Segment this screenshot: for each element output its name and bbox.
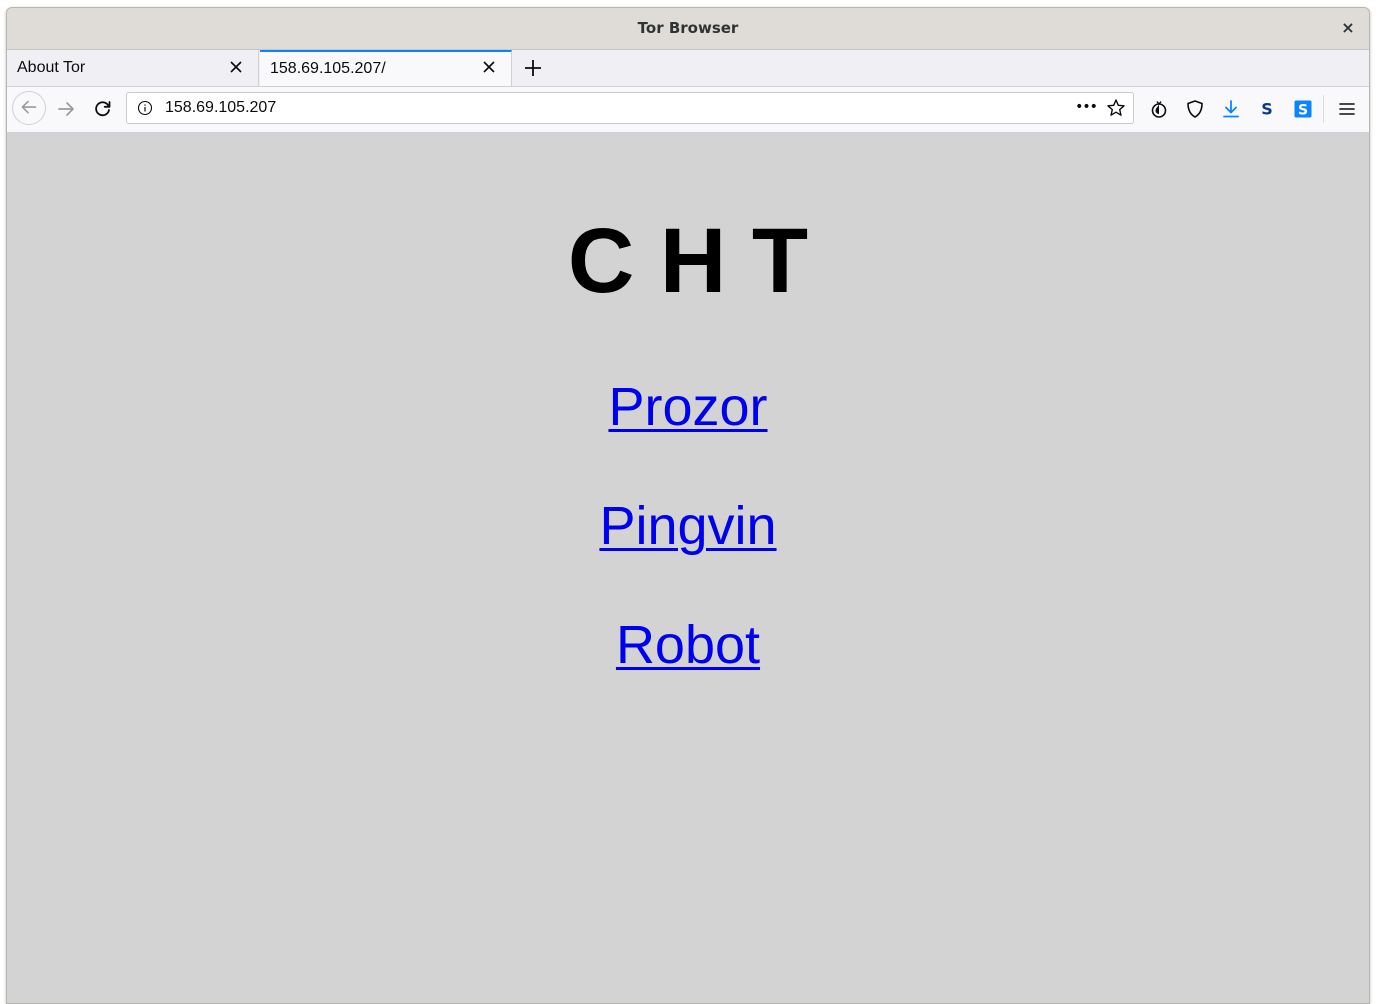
link-prozor[interactable]: Prozor <box>608 376 767 438</box>
close-icon[interactable] <box>479 57 499 77</box>
toolbar-separator <box>1323 95 1324 123</box>
s-letter: S <box>1261 100 1273 119</box>
browser-window: Tor Browser × About Tor 158.69.105.207/ <box>6 7 1370 1004</box>
forward-arrow-icon <box>58 102 74 116</box>
close-icon[interactable] <box>226 57 246 77</box>
s-extension-icon[interactable]: S <box>1256 98 1278 120</box>
page-content: C H T Prozor Pingvin Robot <box>7 133 1369 1003</box>
bookmark-star-icon[interactable] <box>1105 97 1127 119</box>
forward-button[interactable] <box>51 93 83 125</box>
onion-icon[interactable] <box>1148 98 1170 120</box>
download-icon[interactable] <box>1220 98 1242 120</box>
shield-icon[interactable] <box>1184 98 1206 120</box>
window-close-icon[interactable]: × <box>1337 17 1359 39</box>
link-robot[interactable]: Robot <box>616 614 760 676</box>
url-text[interactable]: 158.69.105.207 <box>165 93 276 123</box>
back-button[interactable] <box>12 91 46 125</box>
title-bar[interactable]: Tor Browser × <box>7 8 1369 50</box>
tab-strip: About Tor 158.69.105.207/ <box>7 50 1369 87</box>
tab-label: 158.69.105.207/ <box>270 60 386 77</box>
s-letter: S <box>1298 103 1308 119</box>
hamburger-menu-icon[interactable] <box>1336 98 1358 120</box>
tab-current-page[interactable]: 158.69.105.207/ <box>260 50 512 86</box>
reload-button[interactable] <box>87 93 119 125</box>
s-extension-blue-icon[interactable]: S <box>1292 98 1314 120</box>
page-heading: C H T <box>567 210 809 312</box>
page-actions-more-icon[interactable]: ••• <box>1075 97 1098 119</box>
link-pingvin[interactable]: Pingvin <box>599 495 776 557</box>
url-bar[interactable]: 158.69.105.207 ••• <box>126 92 1134 124</box>
site-info-icon[interactable] <box>137 100 153 116</box>
tab-about-tor[interactable]: About Tor <box>7 50 259 86</box>
link-list: Prozor Pingvin Robot <box>7 376 1369 733</box>
window-title: Tor Browser <box>637 19 739 37</box>
back-arrow-icon <box>21 100 37 114</box>
new-tab-plus-icon[interactable] <box>519 54 547 82</box>
navigation-toolbar: 158.69.105.207 ••• S S <box>7 87 1369 133</box>
tab-label: About Tor <box>17 59 86 76</box>
reload-icon <box>95 101 111 117</box>
